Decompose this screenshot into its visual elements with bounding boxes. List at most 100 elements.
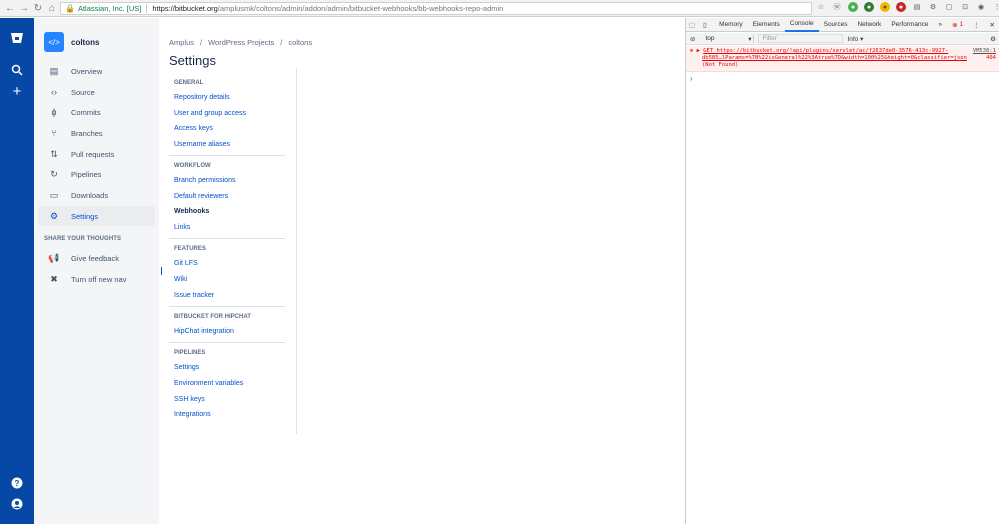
divider xyxy=(169,155,285,156)
device-toggle-icon[interactable]: ▯ xyxy=(700,18,714,32)
tab-memory[interactable]: Memory xyxy=(714,18,747,32)
divider xyxy=(169,238,285,239)
settings-link-webhooks[interactable]: Webhooks xyxy=(174,208,209,215)
tab-sources[interactable]: Sources xyxy=(819,18,853,32)
extension-icon[interactable]: ⚙ xyxy=(928,2,938,12)
extension-icon[interactable]: ● xyxy=(880,2,890,12)
commits-icon: ɸ xyxy=(51,107,57,117)
console-filter-input[interactable]: Filter xyxy=(758,34,844,43)
sidebar-item-downloads[interactable]: ▭ Downloads xyxy=(38,185,155,205)
settings-link-hipchat-integration[interactable]: HipChat integration xyxy=(174,328,234,335)
settings-link-git-lfs[interactable]: Git LFS xyxy=(174,260,198,267)
url-host: https://bitbucket.org xyxy=(152,4,218,13)
sidebar-item-overview[interactable]: ▤ Overview xyxy=(38,61,155,81)
inspect-icon[interactable]: ⬚ xyxy=(686,18,700,32)
extension-icon[interactable]: ◉ xyxy=(976,2,986,12)
extension-icon[interactable]: ● xyxy=(896,2,906,12)
pull-requests-icon: ⇅ xyxy=(50,148,58,159)
settings-link-pipelines-settings[interactable]: Settings xyxy=(174,364,199,371)
tab-network[interactable]: Network xyxy=(852,18,886,32)
settings-link-wiki[interactable]: Wiki xyxy=(174,276,187,283)
log-level-select[interactable]: Info ▾ xyxy=(843,35,883,43)
error-request-url[interactable]: GET https://bitbucket.org/!api/plugins/s… xyxy=(703,48,951,55)
repo-header[interactable]: </> coltons xyxy=(44,32,99,52)
sidebar-item-label: Branches xyxy=(71,128,103,138)
settings-link-user-group-access[interactable]: User and group access xyxy=(174,110,246,117)
bookmark-star-icon[interactable]: ☆ xyxy=(816,2,826,12)
forward-icon[interactable]: → xyxy=(17,1,31,15)
breadcrumb-item[interactable]: coltons xyxy=(288,38,312,47)
sidebar-item-pipelines[interactable]: ↻ Pipelines xyxy=(38,164,155,184)
breadcrumb-item[interactable]: Amplus xyxy=(169,38,194,47)
error-count: 1 xyxy=(959,21,964,28)
breadcrumb-item[interactable]: WordPress Projects xyxy=(208,38,274,47)
devtools-menu-icon[interactable]: ⋮ xyxy=(968,18,985,32)
error-circle-icon: ⊗ xyxy=(952,21,960,29)
devtools-panel: ⬚ ▯ Memory Elements Console Sources Netw… xyxy=(685,18,999,524)
extension-icon[interactable]: ⓦ xyxy=(832,2,842,12)
settings-link-repository-details[interactable]: Repository details xyxy=(174,94,230,101)
tab-performance[interactable]: Performance xyxy=(886,18,933,32)
address-bar[interactable]: 🔒 Atlassian, Inc. [US] https://bitbucket… xyxy=(60,2,812,15)
global-nav: + ? xyxy=(0,18,34,524)
extension-icon[interactable]: ⊡ xyxy=(960,2,970,12)
sidebar-item-label: Downloads xyxy=(71,190,109,200)
error-count-badge[interactable]: ⊗ 1 xyxy=(947,18,968,32)
settings-link-issue-tracker[interactable]: Issue tracker xyxy=(174,292,214,299)
settings-link-ssh-keys[interactable]: SSH keys xyxy=(174,396,205,403)
more-tabs-button[interactable]: » xyxy=(934,18,948,32)
sidebar-item-label: Settings xyxy=(71,211,99,221)
error-status-code: 404 xyxy=(986,55,996,61)
svg-text:?: ? xyxy=(15,479,20,488)
extension-icon[interactable]: ▢ xyxy=(944,2,954,12)
search-icon[interactable] xyxy=(9,62,25,78)
close-icon[interactable]: ✕ xyxy=(985,18,999,32)
give-feedback-link[interactable]: 📢 Give feedback xyxy=(38,248,155,268)
sidebar-item-label: Turn off new nav xyxy=(71,274,127,284)
clear-console-icon[interactable]: ⊘ xyxy=(686,35,699,43)
settings-link-branch-permissions[interactable]: Branch permissions xyxy=(174,177,235,184)
settings-section-pipelines: PIPELINES xyxy=(174,350,206,356)
settings-link-integrations[interactable]: Integrations xyxy=(174,411,211,418)
create-plus-icon[interactable]: + xyxy=(9,83,25,100)
menu-icon[interactable]: ⋮ xyxy=(992,2,999,12)
turn-off-new-nav-link[interactable]: ✖ Turn off new nav xyxy=(38,269,155,289)
error-source-link[interactable]: VM538:1 xyxy=(973,48,996,55)
console-prompt[interactable]: › xyxy=(690,74,693,83)
home-icon[interactable]: ⌂ xyxy=(45,1,59,15)
sidebar-item-commits[interactable]: ɸ Commits xyxy=(38,102,155,122)
pipelines-icon: ↻ xyxy=(50,168,58,179)
help-icon[interactable]: ? xyxy=(9,475,25,491)
back-icon[interactable]: ← xyxy=(3,1,17,15)
settings-icon: ⚙ xyxy=(49,210,59,221)
reload-icon[interactable]: ↻ xyxy=(31,1,45,15)
settings-link-access-keys[interactable]: Access keys xyxy=(174,125,213,132)
sidebar-item-label: Give feedback xyxy=(71,253,119,263)
tab-console[interactable]: Console xyxy=(784,18,819,32)
bitbucket-logo-icon[interactable] xyxy=(9,30,25,46)
megaphone-icon: 📢 xyxy=(48,252,60,263)
tab-elements[interactable]: Elements xyxy=(748,18,785,32)
console-settings-gear-icon[interactable]: ⚙ xyxy=(990,35,999,43)
extension-icon[interactable]: ▤ xyxy=(912,2,922,12)
extension-icon[interactable]: ● xyxy=(864,2,874,12)
context-select[interactable]: top ▾ xyxy=(699,34,755,43)
security-label: Atlassian, Inc. [US] xyxy=(78,4,148,13)
repo-name: coltons xyxy=(71,37,100,47)
sidebar-item-label: Source xyxy=(71,87,95,97)
console-error-entry[interactable]: ⊗ ▶ GET https://bitbucket.org/!api/plugi… xyxy=(686,46,999,72)
settings-link-links[interactable]: Links xyxy=(174,224,190,231)
extension-icon[interactable]: ● xyxy=(848,2,858,12)
settings-link-environment-variables[interactable]: Environment variables xyxy=(174,380,243,387)
sidebar-item-branches[interactable]: ⑂ Branches xyxy=(38,123,155,143)
devtools-tabbar: ⬚ ▯ Memory Elements Console Sources Netw… xyxy=(686,18,999,32)
sidebar-item-source[interactable]: ‹› Source xyxy=(38,82,155,102)
settings-link-username-aliases[interactable]: Username aliases xyxy=(174,141,230,148)
sidebar-item-settings[interactable]: ⚙ Settings xyxy=(38,206,155,226)
error-icon: ⊗ ▶ xyxy=(690,48,704,54)
divider xyxy=(169,306,285,307)
settings-link-default-reviewers[interactable]: Default reviewers xyxy=(174,193,228,200)
sidebar-item-pull-requests[interactable]: ⇅ Pull requests xyxy=(38,144,155,164)
profile-avatar-icon[interactable] xyxy=(9,496,25,512)
settings-section-features: FEATURES xyxy=(174,246,206,252)
